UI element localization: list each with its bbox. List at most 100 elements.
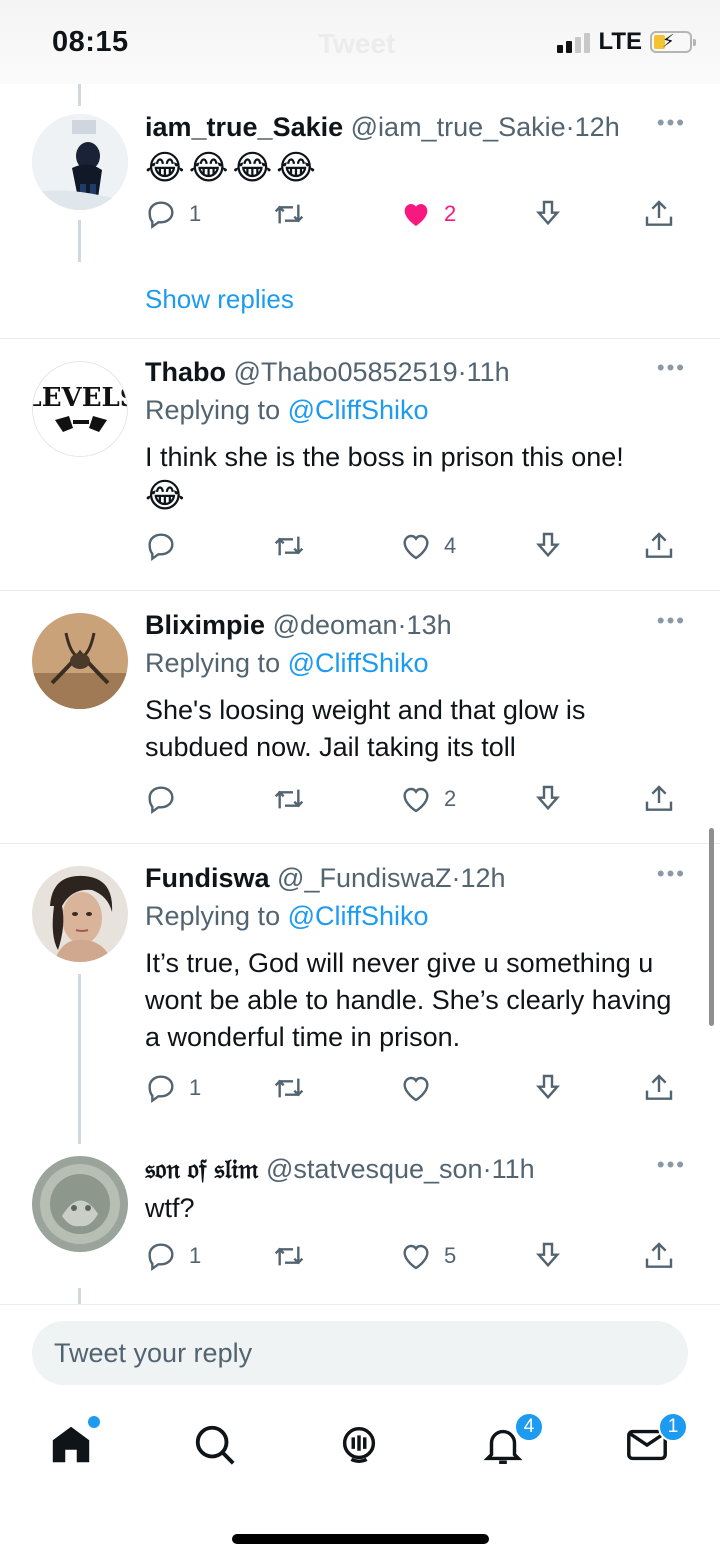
user-handle[interactable]: @deoman bbox=[273, 610, 398, 640]
nav-search[interactable] bbox=[192, 1422, 242, 1472]
tweet-item[interactable]: iam_true_Sakie @iam_true_Sakie·12h ••• 😂… bbox=[0, 84, 720, 395]
avatar[interactable] bbox=[32, 114, 128, 210]
retweet-button[interactable] bbox=[273, 1072, 317, 1104]
thread-line bbox=[78, 974, 81, 1144]
mention-link[interactable]: @CliffShiko bbox=[288, 648, 429, 678]
like-button[interactable]: 2 bbox=[400, 198, 456, 230]
status-indicators: LTE ⚡ bbox=[557, 28, 696, 56]
share-button[interactable] bbox=[643, 783, 675, 815]
tweet-item[interactable]: Fundiswa @_FundiswaZ·12h ••• Replying to… bbox=[0, 844, 720, 1144]
user-name[interactable]: iam_true_Sakie bbox=[145, 112, 343, 142]
tweet-header: Fundiswa @_FundiswaZ·12h bbox=[145, 861, 686, 895]
reply-icon bbox=[148, 786, 174, 815]
tweet-item[interactable]: 𝔰𝔬𝔫 𝔬𝔣 𝔰𝔩𝔦𝔪 @statvesque_son·11h ••• wtf?… bbox=[0, 1144, 720, 1304]
reply-button[interactable] bbox=[145, 530, 189, 562]
reply-icon bbox=[148, 533, 174, 562]
status-bar: Tweet 08:15 LTE ⚡ bbox=[0, 0, 720, 84]
tweet-item[interactable]: Bliximpie @deoman·13h ••• Replying to @C… bbox=[0, 591, 720, 843]
more-options-icon[interactable]: ••• bbox=[657, 355, 686, 381]
more-options-icon[interactable]: ••• bbox=[657, 608, 686, 634]
mention-link[interactable]: @CliffShiko bbox=[288, 395, 429, 425]
thread-line bbox=[78, 220, 81, 262]
retweet-icon bbox=[274, 204, 304, 224]
avatar[interactable]: LEVELS bbox=[32, 361, 128, 457]
more-options-icon[interactable]: ••• bbox=[657, 1152, 686, 1178]
retweet-icon bbox=[274, 789, 304, 809]
retweet-button[interactable] bbox=[273, 783, 317, 815]
like-button[interactable] bbox=[400, 1072, 444, 1104]
share-button[interactable] bbox=[643, 198, 675, 230]
download-button[interactable] bbox=[532, 1072, 564, 1104]
tweet-time: 12h bbox=[574, 112, 620, 142]
reply-button[interactable] bbox=[145, 783, 189, 815]
retweet-button[interactable] bbox=[273, 198, 317, 230]
tweet-time: 11h bbox=[466, 357, 510, 387]
like-button[interactable]: 2 bbox=[400, 783, 456, 815]
download-icon bbox=[536, 1074, 560, 1100]
share-button[interactable] bbox=[643, 1072, 675, 1104]
reply-button[interactable]: 1 bbox=[145, 1072, 201, 1104]
tweet-item[interactable]: LEVELS Thabo @Thabo05852519·11h ••• Repl… bbox=[0, 339, 720, 590]
tweet-actions: 2 bbox=[145, 783, 685, 819]
tweet-header: Thabo @Thabo05852519·11h bbox=[145, 355, 686, 389]
user-handle[interactable]: @iam_true_Sakie bbox=[351, 112, 566, 142]
like-button[interactable]: 5 bbox=[400, 1240, 456, 1272]
avatar[interactable] bbox=[32, 866, 128, 962]
time-separator: · bbox=[457, 357, 467, 387]
share-icon bbox=[645, 1242, 673, 1268]
reply-button[interactable]: 1 bbox=[145, 198, 201, 230]
share-button[interactable] bbox=[643, 530, 675, 562]
tweet-header: Bliximpie @deoman·13h bbox=[145, 608, 686, 642]
replying-prefix: Replying to bbox=[145, 395, 281, 425]
download-icon bbox=[536, 532, 560, 558]
nav-home[interactable] bbox=[48, 1416, 100, 1472]
tweet-text: 😂😂😂😂 bbox=[145, 149, 320, 187]
user-name[interactable]: Fundiswa bbox=[145, 863, 270, 893]
share-button[interactable] bbox=[643, 1240, 675, 1272]
time-separator: · bbox=[565, 112, 575, 142]
user-name[interactable]: 𝔰𝔬𝔫 𝔬𝔣 𝔰𝔩𝔦𝔪 bbox=[145, 1154, 259, 1184]
download-button[interactable] bbox=[532, 530, 564, 562]
user-handle[interactable]: @Thabo05852519 bbox=[234, 357, 458, 387]
user-name[interactable]: Thabo bbox=[145, 357, 226, 387]
retweet-icon bbox=[274, 1078, 304, 1098]
nav-notifications[interactable]: 4 bbox=[480, 1412, 544, 1472]
more-options-icon[interactable]: ••• bbox=[657, 861, 686, 887]
network-label: LTE bbox=[598, 28, 642, 55]
like-button[interactable]: 4 bbox=[400, 530, 456, 562]
nav-messages[interactable]: 1 bbox=[624, 1412, 688, 1472]
share-icon bbox=[645, 1074, 673, 1100]
tweet-content: 𝔰𝔬𝔫 𝔬𝔣 𝔰𝔩𝔦𝔪 @statvesque_son·11h ••• wtf? bbox=[145, 1152, 686, 1227]
user-handle[interactable]: @statvesque_son bbox=[266, 1154, 483, 1184]
user-name[interactable]: Bliximpie bbox=[145, 610, 265, 640]
download-icon bbox=[536, 785, 560, 811]
notifications-badge: 4 bbox=[514, 1412, 544, 1442]
reply-count: 1 bbox=[189, 201, 202, 226]
more-options-icon[interactable]: ••• bbox=[657, 110, 686, 136]
retweet-icon bbox=[274, 1246, 304, 1266]
reply-input[interactable]: Tweet your reply bbox=[32, 1321, 688, 1385]
download-button[interactable] bbox=[532, 1240, 564, 1272]
avatar[interactable] bbox=[32, 613, 128, 709]
scrollbar[interactable] bbox=[709, 828, 714, 1026]
download-button[interactable] bbox=[532, 198, 564, 230]
messages-badge: 1 bbox=[658, 1412, 688, 1442]
reply-button[interactable]: 1 bbox=[145, 1240, 201, 1272]
heart-icon bbox=[403, 1244, 429, 1270]
show-replies-link[interactable]: Show replies bbox=[145, 284, 294, 315]
reply-count: 1 bbox=[189, 1075, 202, 1100]
tweet-time: 13h bbox=[406, 610, 452, 640]
user-handle[interactable]: @_FundiswaZ bbox=[277, 863, 451, 893]
tweet-content: Bliximpie @deoman·13h ••• Replying to @C… bbox=[145, 608, 686, 766]
tweet-actions: 1 2 bbox=[145, 198, 685, 234]
reply-count: 1 bbox=[189, 1243, 202, 1268]
retweet-button[interactable] bbox=[273, 530, 317, 562]
reply-icon bbox=[148, 201, 174, 230]
download-button[interactable] bbox=[532, 783, 564, 815]
battery-icon: ⚡ bbox=[650, 31, 696, 53]
tweet-text: I think she is the boss in prison this o… bbox=[145, 442, 624, 472]
avatar[interactable] bbox=[32, 1156, 128, 1252]
mention-link[interactable]: @CliffShiko bbox=[288, 901, 429, 931]
nav-spaces[interactable] bbox=[336, 1422, 386, 1472]
retweet-button[interactable] bbox=[273, 1240, 317, 1272]
